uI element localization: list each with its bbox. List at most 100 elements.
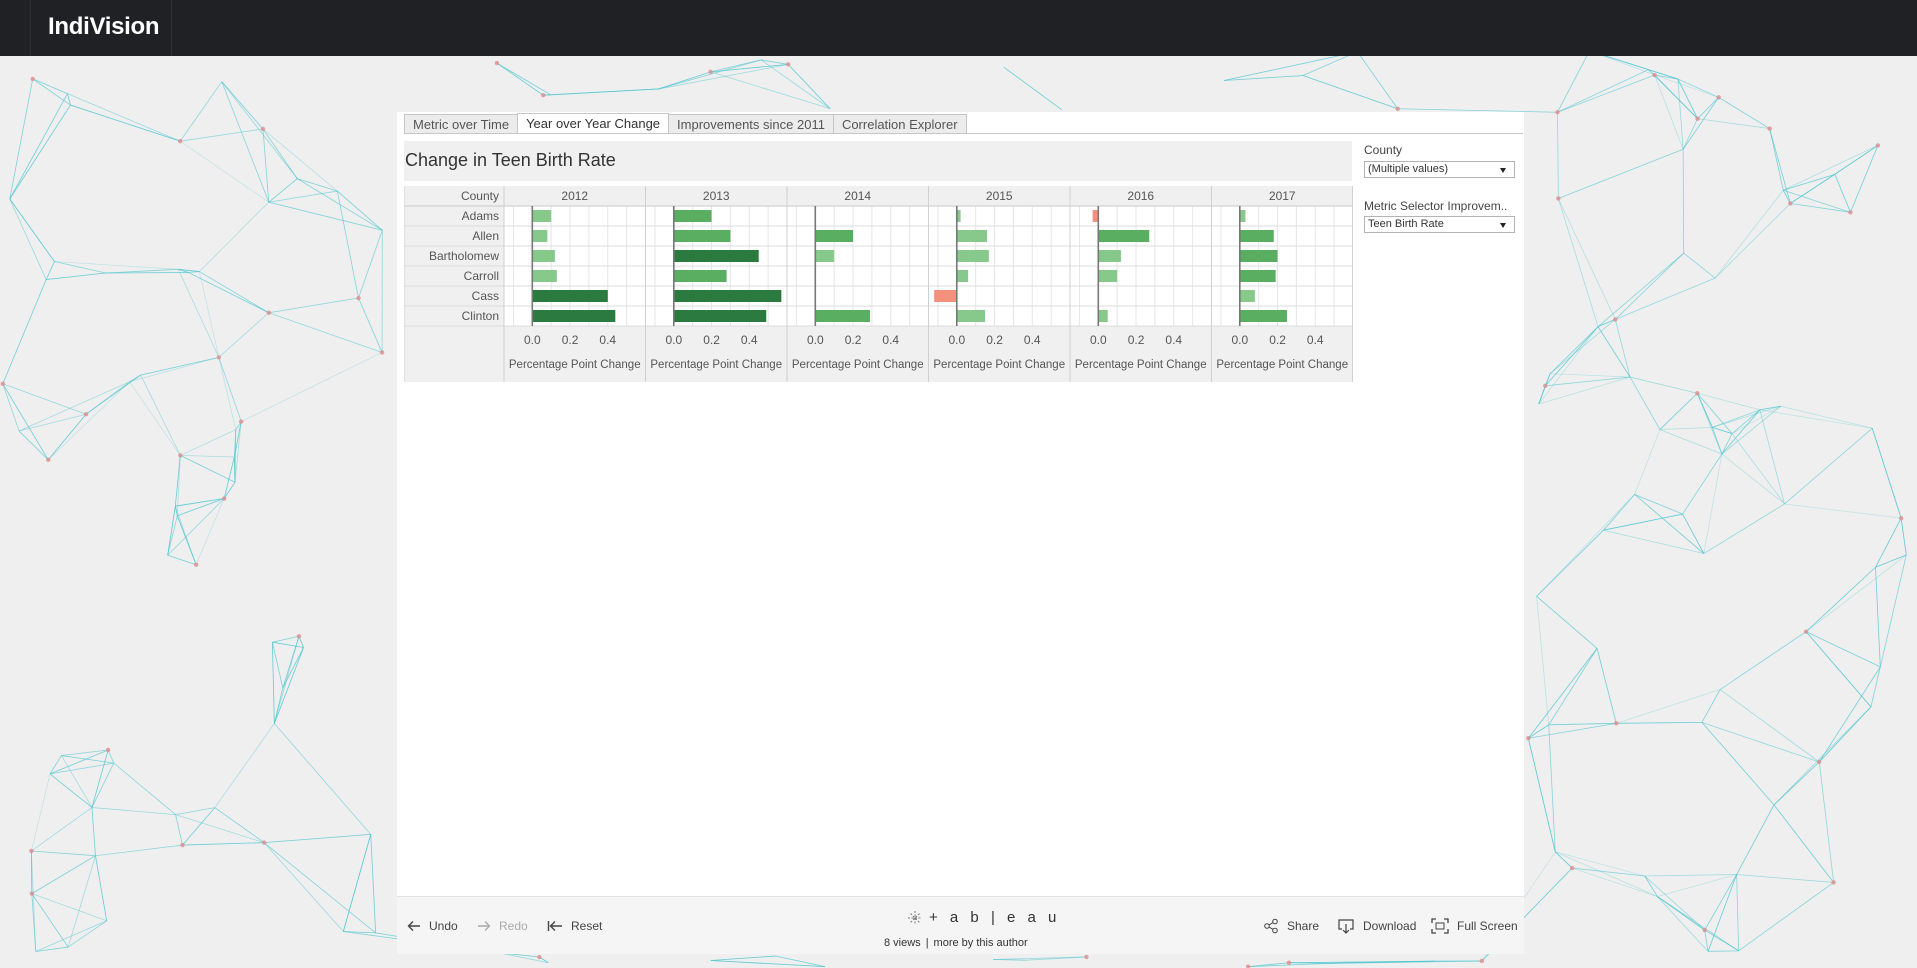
network-edge <box>1557 74 1655 113</box>
network-node <box>708 69 713 75</box>
bar[interactable] <box>1098 250 1121 262</box>
bar-chart[interactable]: County 2012 0.0 0.2 0.4 Percentage Point Chan… <box>404 186 1353 382</box>
bar[interactable] <box>673 250 759 262</box>
network-edge <box>1871 428 1902 519</box>
share-button[interactable]: Share <box>1263 918 1319 934</box>
network-edge <box>264 833 371 844</box>
bar[interactable] <box>532 290 608 302</box>
dropdown-arrow-icon <box>1500 168 1506 173</box>
bar[interactable] <box>1239 210 1246 222</box>
network-edge <box>180 454 235 458</box>
bar[interactable] <box>673 230 731 242</box>
share-label: Share <box>1287 919 1320 933</box>
bar[interactable] <box>956 310 986 322</box>
bar[interactable] <box>1098 310 1108 322</box>
network-edge <box>358 297 383 353</box>
redo-button[interactable]: Redo <box>477 918 528 934</box>
network-node <box>1286 960 1292 965</box>
more-by-author-link[interactable]: more by this author <box>934 937 1028 949</box>
tab-year-over-year-change[interactable]: Year over Year Change <box>517 113 670 134</box>
metric-selector-value: Teen Birth Rate <box>1368 218 1444 230</box>
bar[interactable] <box>1098 270 1118 282</box>
network-edge <box>297 178 338 192</box>
county-filter-dropdown[interactable]: (Multiple values) <box>1364 161 1515 178</box>
network-node <box>1803 629 1809 634</box>
bar[interactable] <box>1239 290 1255 302</box>
network-edge <box>1302 75 1398 110</box>
tab-improvements-since-2011[interactable]: Improvements since 2011 <box>668 114 834 134</box>
network-node <box>0 381 6 387</box>
network-edge <box>1870 666 1881 707</box>
bar[interactable] <box>956 250 989 262</box>
network-edge <box>1736 874 1740 951</box>
network-edge <box>1769 128 1791 204</box>
undo-button[interactable]: Undo <box>407 918 458 934</box>
bar[interactable] <box>1239 270 1276 282</box>
download-button[interactable]: Download <box>1337 918 1416 934</box>
download-icon <box>1338 919 1354 934</box>
bar[interactable] <box>934 290 957 302</box>
x-axis-label: Percentage Point Change <box>1075 359 1207 371</box>
network-edge <box>214 723 275 808</box>
network-edge <box>760 59 831 109</box>
network-edge <box>496 62 544 96</box>
x-tick-label: 0.0 <box>1231 333 1248 347</box>
network-edge <box>1818 761 1835 883</box>
tab-metric-over-time[interactable]: Metric over Time <box>404 114 519 134</box>
network-edge <box>91 807 176 815</box>
network-edge <box>177 498 225 517</box>
bar[interactable] <box>673 210 712 222</box>
network-edge <box>1548 722 1617 726</box>
bar[interactable] <box>815 230 854 242</box>
network-edge <box>1683 252 1716 279</box>
bar[interactable] <box>1098 230 1150 242</box>
network-edge <box>1549 326 1599 374</box>
network-edge <box>1697 97 1719 119</box>
network-edge <box>218 357 242 422</box>
bar[interactable] <box>1092 210 1099 222</box>
reset-button[interactable]: Reset <box>547 918 602 934</box>
bar[interactable] <box>532 250 555 262</box>
network-edge <box>262 128 270 203</box>
network-edge <box>2 279 47 384</box>
bar[interactable] <box>532 210 552 222</box>
network-node <box>1084 954 1089 960</box>
network-node <box>29 848 34 854</box>
bar[interactable] <box>673 270 727 282</box>
network-edge <box>95 855 108 921</box>
metric-selector-dropdown[interactable]: Teen Birth Rate <box>1364 216 1515 233</box>
network-edge <box>1784 427 1873 505</box>
bar[interactable] <box>1239 230 1274 242</box>
bar[interactable] <box>532 270 557 282</box>
bar[interactable] <box>673 310 767 322</box>
network-edge <box>1677 78 1719 98</box>
tableau-logo[interactable]: + a b | e a u <box>907 909 1060 926</box>
network-edge <box>175 807 215 815</box>
tab-correlation-explorer[interactable]: Correlation Explorer <box>832 114 967 134</box>
network-node <box>1831 880 1836 885</box>
bar[interactable] <box>815 250 835 262</box>
network-edge <box>1596 648 1617 724</box>
bar[interactable] <box>956 270 969 282</box>
bar[interactable] <box>532 230 548 242</box>
bar[interactable] <box>673 290 782 302</box>
brand-logo-cell[interactable]: IndiVision <box>30 0 172 56</box>
bar[interactable] <box>815 310 871 322</box>
share-icon <box>1264 918 1278 934</box>
network-edge <box>129 356 219 383</box>
network-edge <box>1538 326 1599 405</box>
network-edge <box>70 104 181 142</box>
county-label: Clinton <box>462 309 499 323</box>
network-node <box>1614 721 1619 726</box>
network-edge <box>221 81 270 203</box>
bar[interactable] <box>1239 310 1287 322</box>
bar[interactable] <box>1239 250 1278 262</box>
bar[interactable] <box>532 310 616 322</box>
full-screen-button[interactable]: Full Screen <box>1431 918 1518 934</box>
network-edge <box>67 93 181 142</box>
x-tick-label: 0.2 <box>986 333 1003 347</box>
bar[interactable] <box>956 230 987 242</box>
network-edge <box>1719 689 1820 763</box>
x-tick-label: 0.0 <box>948 333 965 347</box>
brand-name[interactable]: IndiVision <box>48 13 160 41</box>
